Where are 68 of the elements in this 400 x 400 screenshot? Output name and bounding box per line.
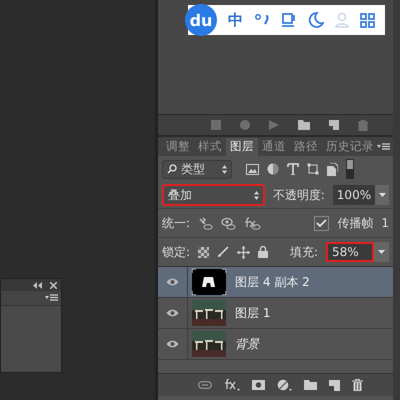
- filter-dropdown[interactable]: 类型: [162, 160, 232, 178]
- lock-icon[interactable]: [258, 246, 268, 258]
- folder-icon[interactable]: [298, 120, 310, 130]
- ime-logo[interactable]: du: [185, 4, 217, 36]
- move-icon[interactable]: [237, 246, 250, 258]
- eye-icon[interactable]: [166, 340, 179, 348]
- folder-icon[interactable]: [304, 380, 317, 390]
- caret-icon: [378, 250, 385, 254]
- panel-menu-icon[interactable]: [377, 143, 390, 151]
- layer-thumbnail: [192, 269, 226, 295]
- fx-icon[interactable]: [224, 379, 240, 391]
- brush-icon[interactable]: [217, 246, 230, 258]
- propagate-checkbox[interactable]: [314, 216, 330, 230]
- moon-icon[interactable]: [308, 12, 324, 28]
- opacity-label: 不透明度:: [272, 186, 325, 204]
- filter-toggle-icon[interactable]: [346, 159, 354, 179]
- unify-visibility-icon[interactable]: [221, 216, 236, 230]
- eye-icon[interactable]: [166, 309, 179, 317]
- unify-label: 统一:: [162, 214, 190, 232]
- layer-row[interactable]: 图层 4 副本 2: [158, 267, 393, 298]
- smart-object-filter-icon[interactable]: [327, 162, 338, 176]
- new-item-icon[interactable]: [329, 120, 339, 130]
- fill-label: 填充:: [290, 244, 318, 260]
- panel-tab[interactable]: 通道: [258, 138, 290, 156]
- lock-transparency-icon[interactable]: [198, 246, 210, 258]
- stepper-icon: [254, 190, 259, 200]
- collapse-icon[interactable]: [33, 282, 42, 288]
- adjustment-filter-icon[interactable]: [267, 163, 279, 175]
- fill-dropdown-button[interactable]: [374, 242, 389, 262]
- unify-style-icon[interactable]: [244, 216, 262, 230]
- stepper-icon: [222, 164, 227, 174]
- trash-icon[interactable]: [352, 379, 363, 391]
- propagate-label: 传播帧: [337, 214, 374, 232]
- text-filter-icon[interactable]: [287, 163, 299, 175]
- frame-number: 1: [381, 216, 389, 230]
- layer-name: 图层 4 副本 2: [235, 274, 310, 290]
- lock-label: 锁定:: [162, 244, 190, 260]
- layer-thumbnail: [192, 331, 226, 357]
- ime-mode-toggle[interactable]: 中: [228, 10, 243, 30]
- link-icon[interactable]: [198, 381, 212, 389]
- opacity-field[interactable]: 100%: [332, 185, 376, 205]
- layer-row[interactable]: 背景: [158, 329, 393, 360]
- adjustment-icon[interactable]: [277, 379, 292, 391]
- mask-icon[interactable]: [252, 380, 265, 390]
- fill-field[interactable]: 58%: [326, 242, 374, 262]
- cup-icon[interactable]: [281, 12, 297, 28]
- caret-icon: [378, 193, 386, 197]
- panel-menu-icon[interactable]: [45, 294, 58, 302]
- new-layer-icon[interactable]: [329, 380, 340, 390]
- shape-filter-icon[interactable]: [307, 163, 319, 175]
- search-icon: [167, 164, 177, 174]
- image-filter-icon[interactable]: [246, 164, 259, 174]
- grid-icon[interactable]: [360, 12, 375, 28]
- panel-tab[interactable]: 调整: [162, 138, 194, 156]
- panel-tab[interactable]: 图层: [226, 138, 258, 156]
- layer-row[interactable]: 图层 1: [158, 298, 393, 329]
- unify-position-icon[interactable]: [198, 216, 214, 230]
- blend-mode-dropdown[interactable]: 叠加: [162, 184, 265, 206]
- close-icon[interactable]: [50, 282, 57, 288]
- punctuation-icon[interactable]: [254, 13, 270, 27]
- layer-thumbnail: [192, 300, 226, 326]
- eye-icon[interactable]: [166, 278, 179, 286]
- opacity-dropdown-button[interactable]: [375, 185, 389, 205]
- layer-name: 背景: [235, 336, 259, 352]
- layer-name: 图层 1: [235, 304, 270, 322]
- panel-tab[interactable]: 历史记录: [322, 138, 378, 156]
- panel-tab[interactable]: 样式: [194, 138, 226, 156]
- panel-tab[interactable]: 路径: [290, 138, 322, 156]
